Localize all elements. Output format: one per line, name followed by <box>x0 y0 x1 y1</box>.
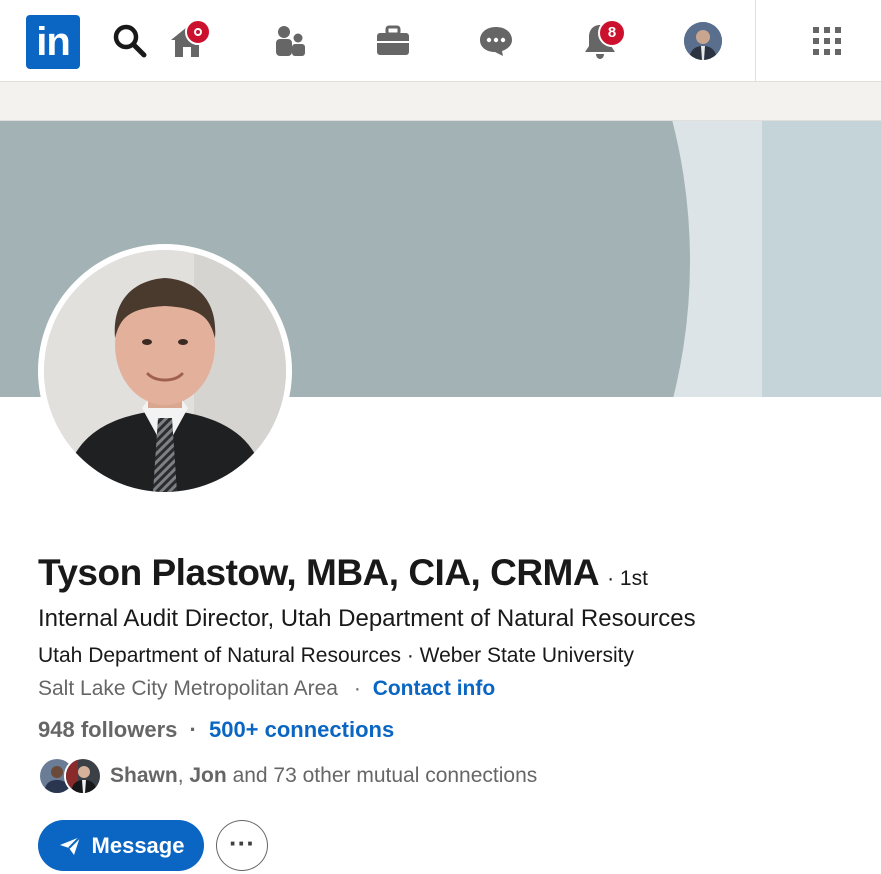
mutual-name-2: Jon <box>189 764 227 787</box>
nav-divider <box>755 0 756 82</box>
global-nav: in 8 <box>0 0 881 82</box>
profile-photo-image <box>44 250 286 492</box>
notifications-badge: 8 <box>598 19 626 47</box>
more-icon: ··· <box>229 827 255 858</box>
connections-link[interactable]: 500+ connections <box>209 717 394 742</box>
more-actions-button[interactable]: ··· <box>216 820 268 871</box>
my-network-icon[interactable] <box>266 17 314 65</box>
profile-name: Tyson Plastow, MBA, CIA, CRMA <box>38 552 600 593</box>
profile-location: Salt Lake City Metropolitan Area <box>38 677 338 700</box>
message-button[interactable]: Message <box>38 820 204 871</box>
mutual-separator: , <box>177 764 184 787</box>
message-button-label: Message <box>91 832 185 858</box>
location-row: Salt Lake City Metropolitan Area · Conta… <box>38 677 495 701</box>
followers-count: 948 followers <box>38 717 178 742</box>
mutual-connections[interactable]: Shawn, Jon and 73 other mutual connectio… <box>38 757 537 795</box>
contact-info-link[interactable]: Contact info <box>373 677 495 700</box>
logo-text: in <box>36 20 71 64</box>
location-separator: · <box>353 677 361 700</box>
sub-bar <box>0 82 881 121</box>
banner-curve <box>0 121 762 397</box>
mutual-rest: and 73 other mutual connections <box>232 764 538 787</box>
stats-separator: · <box>189 717 197 742</box>
name-row: Tyson Plastow, MBA, CIA, CRMA · 1st <box>38 552 648 594</box>
me-avatar[interactable] <box>684 22 722 60</box>
grid-apps-icon[interactable] <box>803 17 851 65</box>
profile-photo[interactable] <box>38 244 292 498</box>
linkedin-logo[interactable]: in <box>26 15 80 69</box>
send-icon <box>59 835 81 855</box>
mutual-name-1: Shawn <box>110 764 178 787</box>
notifications-icon[interactable]: 8 <box>576 17 626 65</box>
home-badge <box>185 19 211 45</box>
banner-right-panel <box>762 121 881 397</box>
home-icon[interactable] <box>163 17 211 65</box>
messaging-icon[interactable] <box>472 17 520 65</box>
jobs-icon[interactable] <box>369 17 417 65</box>
search-icon[interactable] <box>106 17 154 65</box>
stats-row: 948 followers · 500+ connections <box>38 717 394 743</box>
connection-degree: · 1st <box>607 567 648 590</box>
mutual-connections-text: Shawn, Jon and 73 other mutual connectio… <box>110 764 537 788</box>
profile-headline: Internal Audit Director, Utah Department… <box>38 605 696 632</box>
mutual-avatar-jon <box>64 757 102 795</box>
profile-organizations: Utah Department of Natural Resources · W… <box>38 644 635 667</box>
